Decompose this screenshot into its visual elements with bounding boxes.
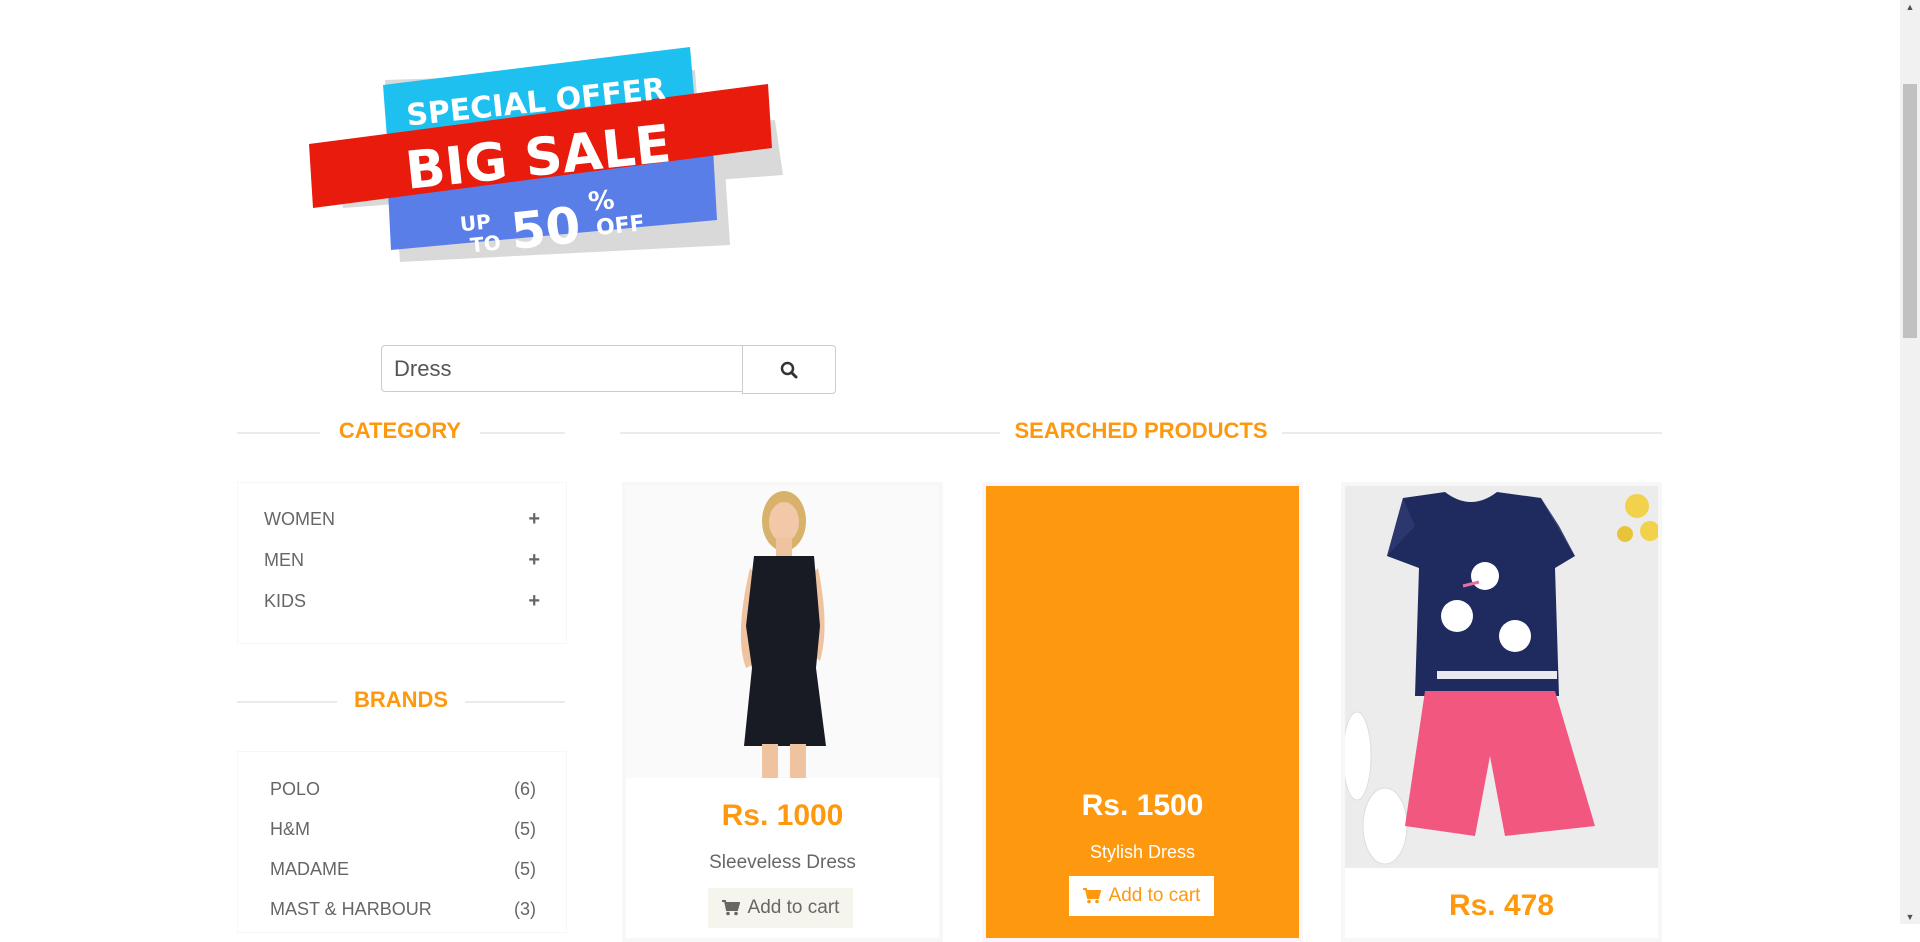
- search-input[interactable]: [381, 345, 744, 392]
- scroll-up-arrow-icon[interactable]: ▲: [1900, 0, 1920, 14]
- brand-item-mast-harbour[interactable]: MAST & HARBOUR (3): [270, 896, 536, 922]
- category-label: WOMEN: [264, 508, 335, 529]
- scroll-down-arrow-icon[interactable]: ▼: [1900, 910, 1920, 924]
- category-item-kids[interactable]: KIDS +: [264, 587, 540, 615]
- sale-banner: SPECIAL OFFER BIG SALE UP TO 50 % OFF: [305, 40, 795, 270]
- search-bar: [381, 345, 836, 394]
- category-title: CATEGORY: [320, 418, 480, 444]
- search-icon: [780, 361, 798, 378]
- products-title: SEARCHED PRODUCTS: [1000, 418, 1282, 444]
- product-image: [1345, 486, 1658, 868]
- add-to-cart-label: Add to cart: [1108, 885, 1201, 906]
- cart-icon: [721, 900, 740, 916]
- brand-item-madame[interactable]: MADAME (5): [270, 856, 536, 882]
- brand-label: POLO: [270, 778, 321, 799]
- brand-label: MAST & HARBOUR: [270, 898, 432, 919]
- plus-icon[interactable]: +: [528, 590, 540, 613]
- category-label: KIDS: [264, 590, 307, 611]
- product-name: Stylish Dress: [1089, 842, 1196, 862]
- category-label: MEN: [264, 549, 304, 570]
- category-item-men[interactable]: MEN +: [264, 546, 540, 574]
- plus-icon[interactable]: +: [528, 549, 540, 572]
- category-panel: WOMEN + MEN + KIDS +: [237, 482, 567, 644]
- brand-count: (6): [514, 778, 536, 799]
- brand-label: MADAME: [270, 858, 350, 879]
- product-overlay[interactable]: Rs. 1500 Stylish Dress Add to cart: [986, 486, 1299, 938]
- brand-count: (5): [514, 818, 536, 839]
- category-item-women[interactable]: WOMEN +: [264, 505, 540, 533]
- banner-percent: 50: [508, 196, 583, 261]
- cart-icon: [1082, 888, 1101, 904]
- banner-to: TO: [469, 230, 502, 257]
- brand-count: (3): [514, 898, 536, 919]
- brands-panel: POLO (6) H&M (5) MADAME (5) MAST & HARBO…: [237, 751, 567, 933]
- brand-item-hm[interactable]: H&M (5): [270, 816, 536, 842]
- search-button[interactable]: [742, 345, 836, 394]
- product-price: Rs. 1500: [1081, 789, 1204, 822]
- brand-count: (5): [514, 858, 536, 879]
- scrollbar-thumb[interactable]: [1903, 84, 1917, 338]
- brand-item-polo[interactable]: POLO (6): [270, 776, 536, 802]
- product-card: Rs. 1000 Sleeveless Dress Add to cart: [622, 482, 943, 942]
- product-price: Rs. 1000: [721, 799, 844, 832]
- product-name: Sleeveless Dress: [709, 852, 856, 873]
- product-image: [626, 486, 939, 778]
- page-scrollbar[interactable]: ▲ ▼: [1900, 0, 1920, 924]
- add-to-cart-label: Add to cart: [747, 897, 840, 918]
- brands-title: BRANDS: [337, 687, 465, 713]
- add-to-cart-button[interactable]: Add to cart: [1069, 876, 1214, 916]
- product-card: Rs. 1500 Stylish Dress Add to cart: [982, 482, 1303, 942]
- brand-label: H&M: [270, 818, 310, 839]
- banner-percent-sign: %: [587, 185, 616, 218]
- banner-off: OFF: [595, 211, 646, 241]
- add-to-cart-button[interactable]: Add to cart: [708, 888, 853, 928]
- product-card: Rs. 478: [1341, 482, 1662, 942]
- product-price: Rs. 478: [1448, 889, 1555, 922]
- plus-icon[interactable]: +: [528, 508, 540, 531]
